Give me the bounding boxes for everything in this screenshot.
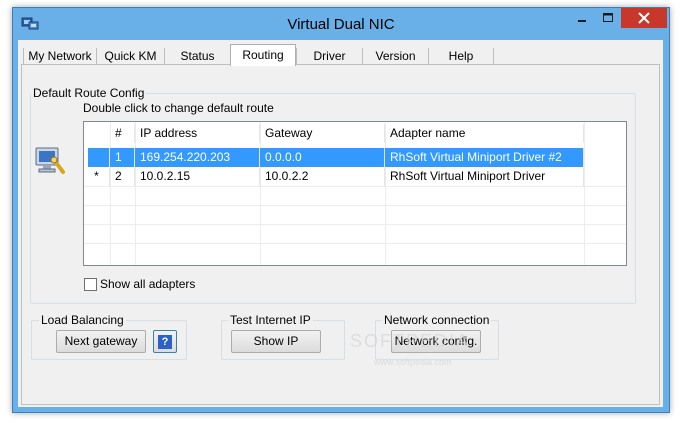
row-gateway: 0.0.0.0: [260, 148, 385, 167]
list-header: # IP address Gateway Adapter name: [84, 124, 626, 143]
watermark-url: www.softpedia.com: [374, 357, 452, 367]
title-bar[interactable]: Virtual Dual NIC: [13, 8, 669, 40]
network-computer-icon: [34, 145, 66, 180]
row-gateway: 10.0.2.2: [260, 167, 385, 186]
row-number: 1: [110, 148, 135, 167]
test-internet-ip-label: Test Internet IP: [228, 313, 313, 327]
column-header-gateway[interactable]: Gateway: [260, 124, 385, 143]
row-number: 2: [110, 167, 135, 186]
column-header-ip[interactable]: IP address: [135, 124, 260, 143]
close-icon: [621, 8, 667, 31]
maximize-button[interactable]: [595, 8, 621, 28]
show-ip-button[interactable]: Show IP: [231, 330, 321, 353]
route-hint: Double click to change default route: [83, 101, 274, 115]
routing-panel: Default Route Config Double click to cha…: [21, 64, 660, 405]
tab-my-network[interactable]: My Network: [23, 48, 96, 64]
minimize-icon: [569, 8, 595, 31]
tab-help[interactable]: Help: [428, 48, 494, 64]
show-all-adapters-label[interactable]: Show all adapters: [100, 277, 195, 291]
default-route-label: Default Route Config: [31, 86, 147, 100]
network-connection-label: Network connection: [382, 313, 492, 327]
load-balancing-label: Load Balancing: [39, 313, 126, 327]
tab-routing[interactable]: Routing: [230, 44, 296, 66]
minimize-button[interactable]: [569, 8, 595, 28]
tab-version[interactable]: Version: [362, 48, 428, 64]
tab-strip: My Network Quick KM Status Routing Drive…: [18, 44, 663, 66]
next-gateway-button[interactable]: Next gateway: [56, 330, 146, 353]
tab-status[interactable]: Status: [164, 48, 230, 64]
maximize-icon: [595, 8, 621, 31]
client-area: My Network Quick KM Status Routing Drive…: [18, 40, 663, 407]
row-adapter: RhSoft Virtual Miniport Driver #2: [385, 148, 584, 167]
table-row[interactable]: * 2 10.0.2.15 10.0.2.2 RhSoft Virtual Mi…: [84, 167, 626, 186]
table-row[interactable]: 1 169.254.220.203 0.0.0.0 RhSoft Virtual…: [84, 148, 626, 167]
close-button[interactable]: [621, 8, 667, 28]
row-ip: 10.0.2.15: [135, 167, 260, 186]
watermark-brand: SOFTPEDIA: [350, 331, 471, 351]
tab-quick-km[interactable]: Quick KM: [96, 48, 164, 64]
row-adapter: RhSoft Virtual Miniport Driver: [385, 167, 584, 186]
column-header-adapter[interactable]: Adapter name: [385, 124, 584, 143]
load-balancing-help-button[interactable]: ?: [153, 330, 177, 353]
show-all-adapters-checkbox[interactable]: [84, 278, 97, 291]
tab-driver[interactable]: Driver: [296, 48, 362, 64]
row-mark: *: [84, 167, 110, 186]
app-window: Virtual Dual NIC My Network Quick KM Sta…: [12, 7, 670, 413]
help-question-icon: ?: [158, 335, 172, 349]
column-header-number[interactable]: #: [110, 124, 135, 143]
row-ip: 169.254.220.203: [135, 148, 260, 167]
route-list[interactable]: # IP address Gateway Adapter name 1 169.…: [83, 121, 627, 266]
